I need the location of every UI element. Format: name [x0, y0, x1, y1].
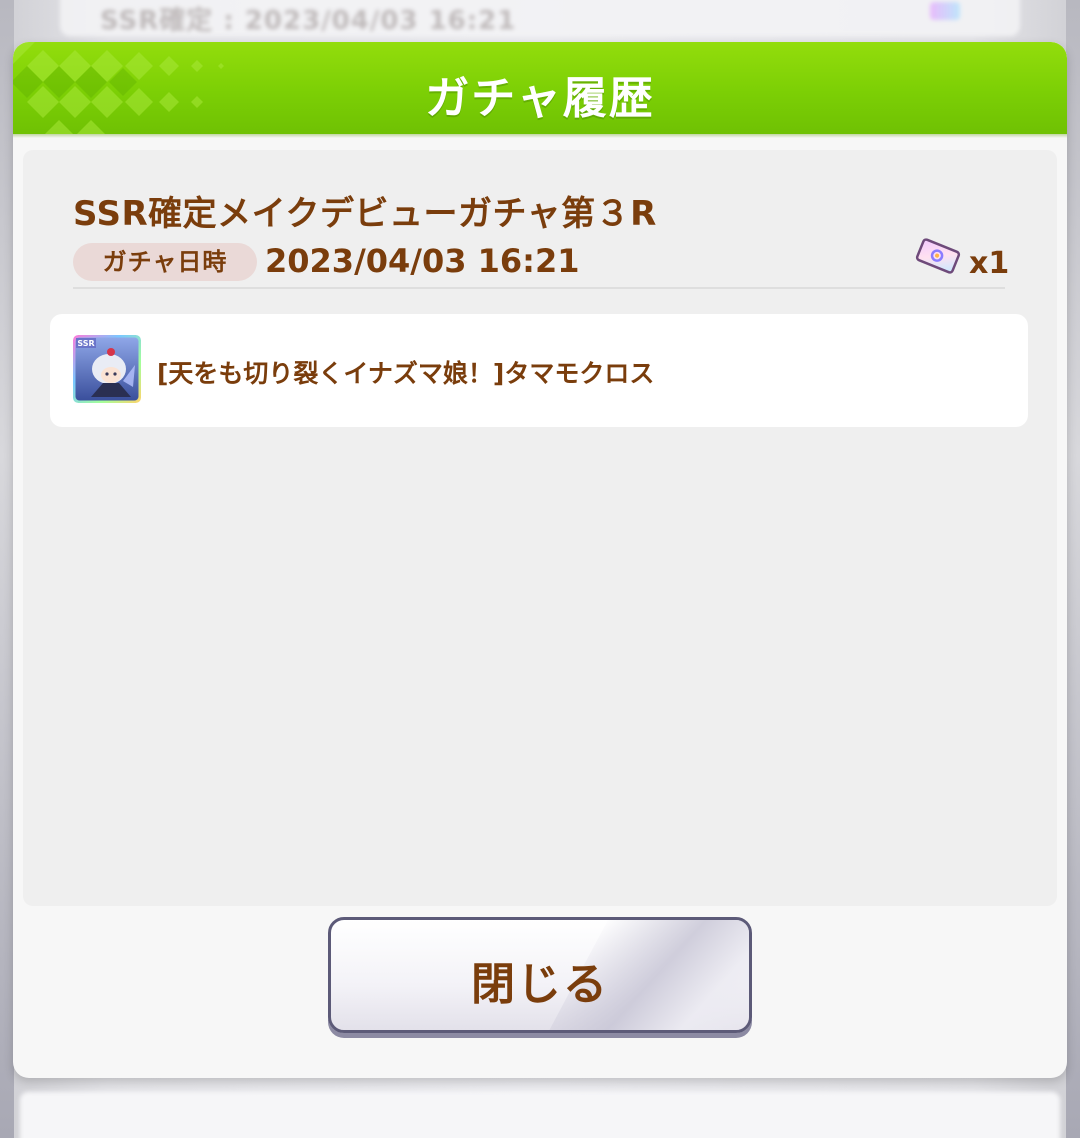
dialog-header: ガチャ履歴: [13, 42, 1067, 134]
result-card-name: [天をも切り裂くイナズマ娘！]タマモクロス: [157, 359, 655, 388]
gacha-ticket-icon: [915, 238, 961, 274]
ticket-count: x1: [969, 246, 1010, 281]
header-shadow: [13, 134, 1067, 138]
close-button[interactable]: 閉じる: [328, 917, 752, 1033]
gacha-name: SSR確定メイクデビューガチャ第３R: [73, 194, 657, 234]
date-label-badge: ガチャ日時: [73, 243, 257, 281]
character-thumbnail-icon: SSR: [73, 335, 141, 403]
history-content-panel: SSR確定メイクデビューガチャ第３R ガチャ日時 2023/04/03 16:2…: [23, 150, 1057, 906]
background-row-text: SSR確定 : 2023/04/03 16:21: [100, 6, 517, 36]
rarity-text: SSR: [77, 339, 94, 348]
background-bottom-row: [20, 1092, 1060, 1138]
list-item[interactable]: SSR [天をも切り裂くイナズマ娘！]タマモクロス: [50, 314, 1028, 427]
close-button-label: 閉じる: [471, 959, 609, 1010]
background-edge-right: [1066, 0, 1080, 1138]
dialog-title: ガチャ履歴: [425, 73, 655, 124]
gacha-date-value: 2023/04/03 16:21: [265, 242, 580, 280]
header-divider: [73, 287, 1005, 289]
background-edge-left: [0, 0, 14, 1138]
ticket-icon: [930, 2, 960, 20]
gacha-history-dialog: ガチャ履歴 SSR確定メイクデビューガチャ第３R ガチャ日時 2023/04/0…: [13, 42, 1067, 1078]
background-history-row: SSR確定 : 2023/04/03 16:21: [60, 0, 1020, 36]
